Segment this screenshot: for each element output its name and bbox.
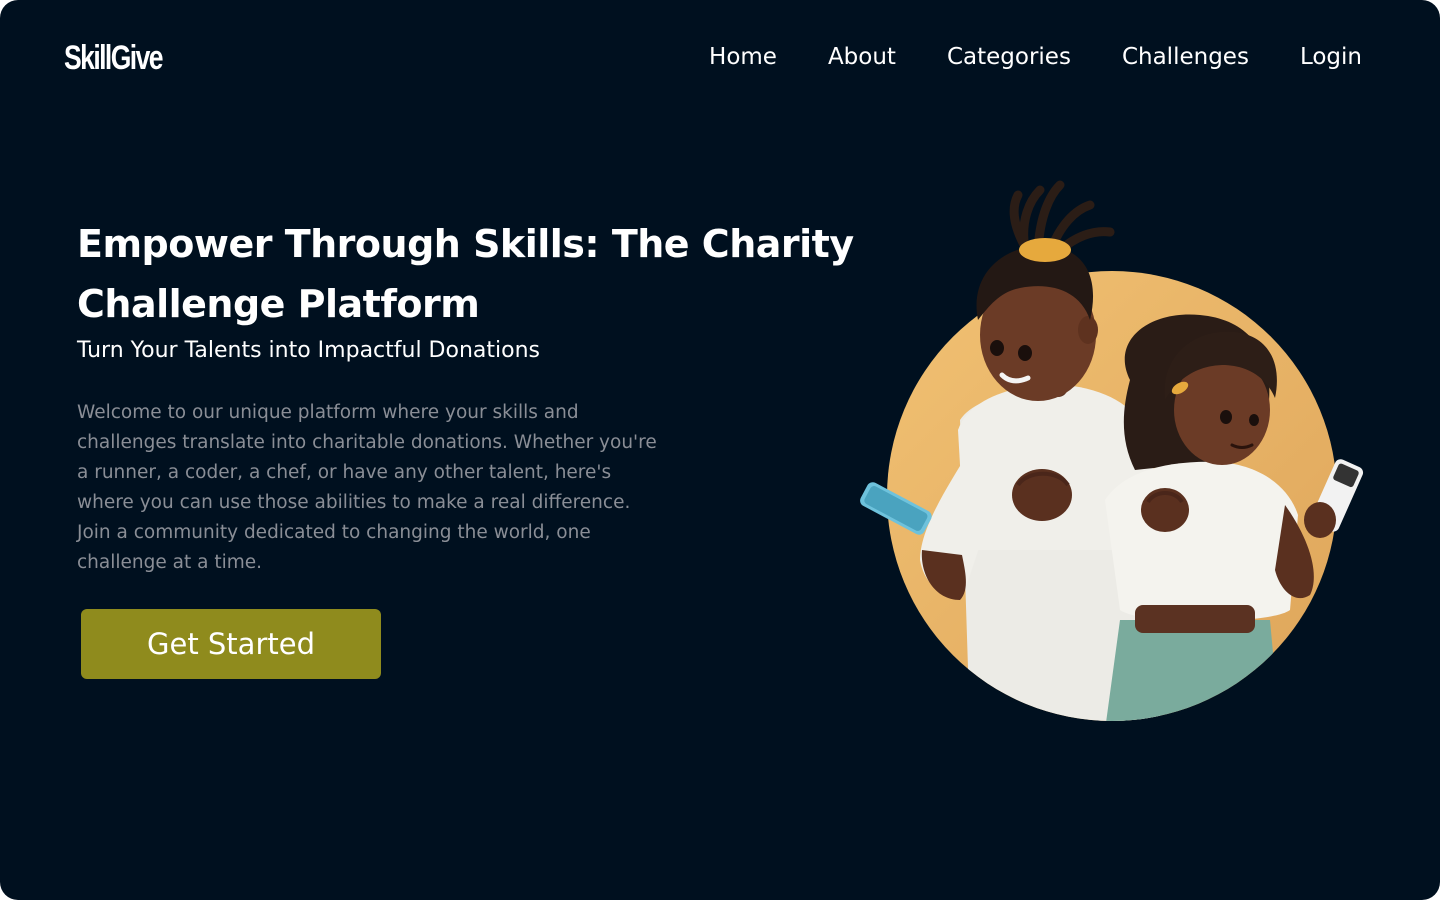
get-started-button[interactable]: Get Started — [81, 609, 381, 679]
landing-page: SkillGive Home About Categories Challeng… — [0, 0, 1440, 900]
main-nav: Home About Categories Challenges Login — [709, 42, 1362, 72]
nav-login[interactable]: Login — [1300, 42, 1362, 72]
hero-illustration — [850, 170, 1370, 730]
hero-subtitle: Turn Your Talents into Impactful Donatio… — [77, 338, 540, 363]
hero-title: Empower Through Skills: The Charity Chal… — [77, 222, 854, 326]
hero-description: Welcome to our unique platform where you… — [77, 402, 657, 573]
nav-challenges[interactable]: Challenges — [1122, 42, 1249, 72]
nav-categories[interactable]: Categories — [947, 42, 1071, 72]
nav-about[interactable]: About — [828, 42, 896, 72]
brand-logo[interactable]: SkillGive — [64, 38, 164, 78]
nav-home[interactable]: Home — [709, 42, 777, 72]
